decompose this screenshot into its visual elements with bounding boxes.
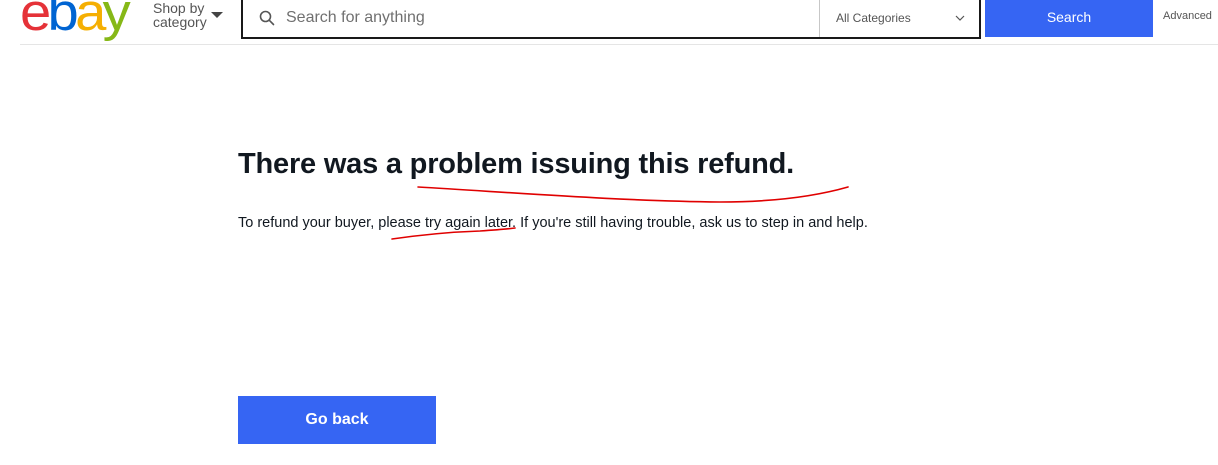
error-message: To refund your buyer, please try again l… (238, 215, 868, 231)
advanced-search-link[interactable]: Advanced (1163, 10, 1212, 22)
header-divider (20, 44, 1218, 45)
search-button[interactable]: Search (985, 0, 1153, 37)
logo-letter-b: b (47, 0, 79, 42)
page: ebay Shop by category All Categories Sea… (0, 0, 1218, 465)
page-title: There was a problem issuing this refund. (238, 148, 794, 180)
search-icon (258, 9, 276, 27)
search-input[interactable] (284, 2, 819, 34)
shop-by-category-button[interactable]: Shop by category (153, 1, 223, 29)
logo-letter-e: e (20, 0, 51, 42)
search-bar: All Categories (241, 0, 981, 39)
shop-by-category-label: Shop by category (153, 0, 207, 30)
category-select-value: All Categories (836, 11, 911, 25)
caret-down-icon (211, 12, 223, 18)
go-back-button[interactable]: Go back (238, 396, 436, 444)
category-select[interactable]: All Categories (819, 0, 979, 37)
ebay-logo[interactable]: ebay (20, 0, 131, 42)
headline-underline (417, 186, 849, 203)
logo-letter-y: y (102, 0, 131, 42)
logo-letter-a: a (75, 0, 106, 42)
chevron-down-icon (955, 13, 965, 23)
